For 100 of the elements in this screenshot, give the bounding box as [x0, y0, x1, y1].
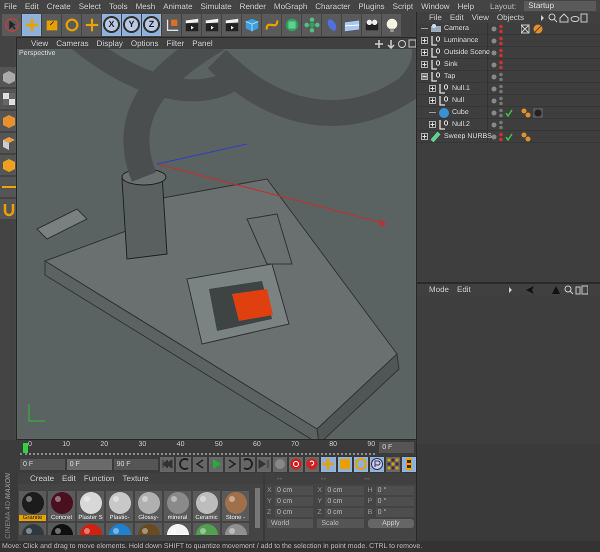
material-swatch-icon[interactable]: [50, 522, 74, 535]
render-settings-icon[interactable]: [224, 16, 240, 33]
material-swatch-icon[interactable]: [166, 522, 190, 535]
viewport-menu-item[interactable]: Options: [130, 39, 158, 48]
rotate-icon[interactable]: [64, 16, 80, 33]
expand-icon[interactable]: [420, 133, 428, 140]
axis-lock-button[interactable]: X: [103, 16, 120, 34]
playhead[interactable]: [23, 442, 28, 453]
expand-icon[interactable]: [428, 97, 436, 104]
expand-icon[interactable]: [420, 37, 428, 44]
cursor-icon[interactable]: [4, 16, 20, 33]
visibility-icon[interactable]: [498, 36, 503, 46]
layer-dot-icon[interactable]: [490, 50, 497, 56]
menu-item[interactable]: Create: [46, 2, 71, 10]
material-swatch-icon[interactable]: [108, 522, 132, 535]
layout-dropdown[interactable]: Startup: [524, 1, 596, 11]
expand-icon[interactable]: [428, 121, 436, 128]
go-to-start-icon[interactable]: [160, 457, 174, 472]
material-tag-icon[interactable]: [532, 108, 543, 118]
key-parameter-icon[interactable]: [370, 457, 384, 472]
material-menu-item[interactable]: Create: [30, 474, 54, 484]
menu-item[interactable]: Edit: [24, 2, 39, 10]
help-icon[interactable]: [305, 457, 320, 472]
layer-dot-icon[interactable]: [490, 74, 497, 80]
material-swatch-icon[interactable]: [224, 522, 248, 535]
menu-item[interactable]: Render: [240, 2, 266, 10]
expand-icon[interactable]: [420, 61, 428, 68]
nurbs-icon[interactable]: [284, 16, 300, 33]
material-swatch-icon[interactable]: [136, 490, 160, 515]
render-view-icon[interactable]: [184, 16, 200, 33]
protection-tag-icon[interactable]: [532, 24, 543, 34]
target-tag-icon[interactable]: [520, 24, 531, 34]
visibility-icon[interactable]: [498, 48, 503, 58]
layer-dot-icon[interactable]: [490, 122, 497, 128]
material-swatch-icon[interactable]: [20, 490, 44, 515]
material-swatch-icon[interactable]: [166, 490, 190, 515]
layer-dot-icon[interactable]: [490, 134, 497, 140]
viewport-menu-item[interactable]: Panel: [192, 39, 213, 48]
layer-dot-icon[interactable]: [490, 38, 497, 44]
camera-icon[interactable]: [364, 16, 380, 33]
visibility-icon[interactable]: [498, 120, 503, 130]
attributes-menu-item[interactable]: Mode: [428, 285, 449, 294]
visibility-icon[interactable]: [498, 108, 503, 118]
layer-dot-icon[interactable]: [490, 98, 497, 104]
objects-menu-item[interactable]: Objects: [496, 13, 524, 22]
menu-item[interactable]: Help: [458, 2, 474, 10]
collapse-icon[interactable]: [420, 73, 428, 80]
navigation-icons[interactable]: [508, 284, 588, 294]
material-swatch-icon[interactable]: [194, 522, 218, 535]
autokey-icon[interactable]: [289, 457, 304, 472]
menu-item[interactable]: Character: [315, 2, 350, 10]
visibility-icon[interactable]: [498, 84, 503, 94]
material-swatch-icon[interactable]: [136, 522, 160, 535]
expand-icon[interactable]: [420, 49, 428, 56]
layer-dot-icon[interactable]: [490, 62, 497, 68]
menu-item[interactable]: Plugins: [358, 2, 385, 10]
material-menu-item[interactable]: Texture: [122, 474, 149, 484]
material-swatch-icon[interactable]: [194, 490, 218, 515]
material-swatch-icon[interactable]: [108, 490, 132, 515]
visibility-icon[interactable]: [498, 96, 503, 106]
menu-item[interactable]: Simulate: [200, 2, 232, 10]
menu-item[interactable]: MoGraph: [274, 2, 308, 10]
attributes-menu-item[interactable]: Edit: [457, 285, 471, 294]
next-key-icon[interactable]: [240, 457, 255, 472]
material-menu-item[interactable]: Function: [84, 474, 114, 484]
axis-lock-button[interactable]: Z: [143, 16, 160, 34]
menu-item[interactable]: Window: [421, 2, 450, 10]
navigation-icon[interactable]: [373, 38, 416, 49]
material-swatch-icon[interactable]: [50, 490, 74, 515]
menu-item[interactable]: File: [4, 2, 17, 10]
visibility-icon[interactable]: [498, 72, 503, 82]
menu-item[interactable]: Mesh: [136, 2, 156, 10]
objects-menu-item[interactable]: File: [428, 13, 442, 22]
layer-dot-icon[interactable]: [490, 26, 497, 32]
smoothing-tag-icon[interactable]: [520, 132, 531, 142]
material-swatch-icon[interactable]: [78, 490, 102, 515]
menu-item[interactable]: Animate: [163, 2, 193, 10]
layer-dot-icon[interactable]: [490, 110, 497, 116]
scrollbar[interactable]: [255, 488, 260, 528]
array-icon[interactable]: [304, 16, 320, 33]
visibility-icon[interactable]: [498, 60, 503, 70]
edges-mode-icon[interactable]: [0, 134, 16, 152]
menu-item[interactable]: Select: [78, 2, 101, 10]
axis-lock-button[interactable]: Y: [123, 16, 140, 34]
check-icon[interactable]: [504, 132, 513, 140]
viewport-menu-item[interactable]: View: [31, 39, 48, 48]
viewport-menu-item[interactable]: Display: [96, 39, 123, 48]
material-swatch-icon[interactable]: [20, 522, 44, 535]
viewport-menu-item[interactable]: Filter: [166, 39, 184, 48]
menu-item[interactable]: Tools: [108, 2, 128, 10]
key-point-icon[interactable]: [386, 457, 400, 472]
material-swatch-icon[interactable]: [224, 490, 248, 515]
viewport-menu-item[interactable]: Cameras: [56, 39, 89, 48]
objects-menu-item[interactable]: Edit: [450, 13, 464, 22]
light-bulb-icon[interactable]: [384, 16, 400, 33]
smoothing-tag-icon[interactable]: [520, 108, 531, 118]
material-swatch-icon[interactable]: [78, 522, 102, 535]
previous-key-icon[interactable]: [176, 457, 190, 472]
expand-icon[interactable]: [428, 85, 436, 92]
visibility-icon[interactable]: [498, 24, 503, 34]
